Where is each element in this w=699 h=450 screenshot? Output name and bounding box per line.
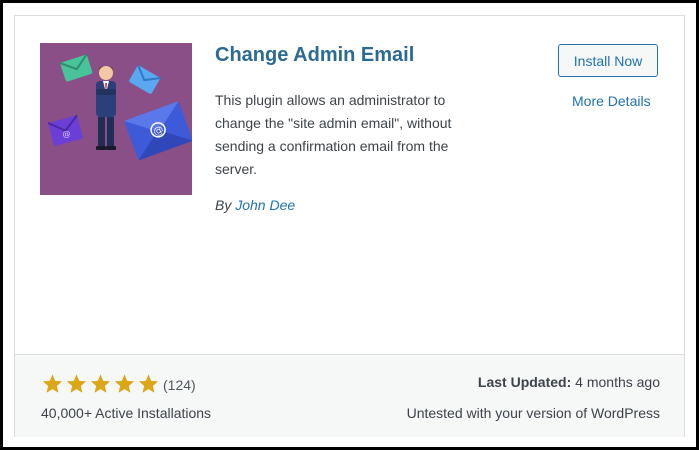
plugin-thumbnail[interactable]: @ @ (40, 43, 192, 195)
install-now-button[interactable]: Install Now (558, 44, 658, 77)
author-prefix: By (215, 197, 232, 213)
last-updated-label: Last Updated: (477, 374, 572, 390)
last-updated-value: 4 months ago (575, 374, 660, 390)
more-details-link[interactable]: More Details (572, 93, 651, 109)
star-filled-icon (42, 374, 63, 393)
plugin-card: @ @ Change Admin Email This plugin allow… (14, 15, 685, 437)
email-admin-illustration-icon: @ @ (40, 43, 192, 195)
compatibility-notice: Untested with your version of WordPress (406, 405, 660, 421)
author-link[interactable]: John Dee (235, 197, 295, 213)
star-filled-icon (114, 374, 135, 393)
star-filled-icon (66, 374, 87, 393)
active-installs: 40,000+ Active Installations (41, 405, 212, 421)
screenshot-frame: @ @ Change Admin Email This plugin allow… (0, 0, 699, 450)
star-filled-icon (90, 374, 111, 393)
plugin-card-top: @ @ Change Admin Email This plugin allow… (15, 16, 684, 354)
star-filled-icon (138, 374, 159, 393)
last-updated: Last Updated: 4 months ago (478, 374, 660, 390)
plugin-title-link[interactable]: Change Admin Email (215, 44, 414, 67)
star-rating (41, 373, 161, 395)
plugin-card-footer: (124) 40,000+ Active Installations Last … (15, 354, 684, 437)
plugin-description: This plugin allows an administrator to c… (215, 92, 452, 177)
rating-count[interactable]: (124) (163, 377, 196, 393)
plugin-author: By John Dee (215, 197, 295, 213)
